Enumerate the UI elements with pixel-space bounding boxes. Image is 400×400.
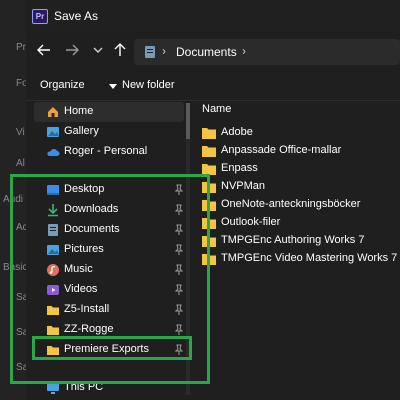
nav-item-onedrive[interactable]: Roger - Personal (34, 142, 184, 162)
title-bar[interactable]: Pr Save As (26, 0, 400, 32)
nav-item-label: Home (64, 105, 94, 117)
back-arrow-icon[interactable] (36, 42, 52, 58)
breadcrumb-documents[interactable]: Documents (176, 45, 237, 59)
breadcrumb-chevron[interactable]: › (242, 44, 246, 58)
chevron-down-icon[interactable] (90, 42, 106, 58)
nav-item-gallery[interactable]: Gallery (34, 122, 184, 142)
file-name: TMPGEnc Video Mastering Works 7 (221, 252, 398, 264)
toolbar: Organize New folder (26, 72, 400, 101)
file-row[interactable]: TMPGEnc Video Mastering Works 7 (196, 250, 400, 268)
gallery-icon (47, 127, 59, 137)
folder-icon (202, 128, 216, 139)
file-row[interactable]: TMPGEnc Authoring Works 7 (196, 232, 400, 250)
window-title: Save As (54, 9, 99, 23)
cloud-icon (47, 149, 60, 156)
file-row[interactable]: Enpass (196, 160, 400, 178)
file-row[interactable]: Outlook-filer (196, 214, 400, 232)
navigation-bar: › Documents › (26, 32, 400, 70)
file-row[interactable]: NVPMan (196, 178, 400, 196)
file-row[interactable]: Adobe (196, 124, 400, 142)
file-row[interactable]: Anpassade Office-mallar (196, 142, 400, 160)
document-icon (145, 46, 155, 58)
caret-down-icon[interactable] (109, 84, 117, 89)
file-name: OneNote-anteckningsböcker (221, 198, 361, 210)
file-name: NVPMan (221, 180, 266, 192)
highlight-box-premiere-exports (32, 336, 192, 360)
home-icon (48, 107, 58, 117)
nav-item-home[interactable]: Home (34, 102, 184, 122)
file-name: Outlook-filer (221, 216, 281, 228)
address-bar[interactable]: › Documents › (134, 39, 400, 65)
breadcrumb-separator: › (162, 44, 166, 58)
column-header-name[interactable]: Name (202, 103, 231, 115)
nav-item-label: Roger - Personal (64, 145, 148, 157)
file-name: Anpassade Office-mallar (221, 144, 342, 156)
folder-icon (202, 146, 216, 157)
up-arrow-icon[interactable] (112, 42, 128, 58)
bg-text: Vi (16, 127, 25, 138)
screen: Pr Fo Vi Al Audi Ac Basic Sa Sa Sa Pr Sa… (0, 0, 400, 400)
file-name: TMPGEnc Authoring Works 7 (221, 234, 365, 246)
bg-text: Pr (16, 42, 26, 53)
forward-arrow-icon[interactable] (64, 42, 80, 58)
nav-item-label: Gallery (64, 125, 99, 137)
premiere-logo: Pr (32, 9, 48, 24)
new-folder-button[interactable]: New folder (122, 79, 175, 91)
file-row[interactable]: OneNote-anteckningsböcker (196, 196, 400, 214)
file-name: Adobe (221, 126, 253, 138)
file-list: Name Adobe Anpassade Office-mallar Enpas… (196, 100, 400, 400)
file-name: Enpass (221, 162, 258, 174)
bg-text: Al (16, 158, 25, 169)
organize-button[interactable]: Organize (40, 79, 85, 91)
scrollbar-thumb[interactable] (186, 103, 190, 139)
